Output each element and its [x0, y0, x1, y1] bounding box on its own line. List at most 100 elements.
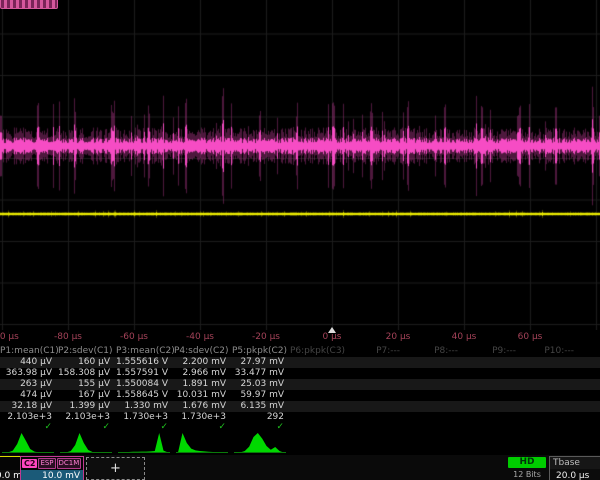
param-header-p5[interactable]: P5:pkpk(C2): [232, 346, 290, 357]
measure-cell: 263 µV: [0, 379, 58, 390]
time-tick-label: 20 µs: [386, 332, 411, 342]
measure-cell: 25.03 mV: [232, 379, 290, 390]
c2-coupling-badge: DC1M: [57, 458, 82, 469]
histicon-cell[interactable]: [348, 430, 406, 455]
measure-cell: 1.891 mV: [174, 379, 232, 390]
histicon-chart: [2, 432, 54, 453]
waveform-canvas: [0, 0, 600, 330]
measure-cell: [580, 368, 600, 379]
timebase-value: 20.0 µs: [550, 469, 600, 480]
measure-cell: [464, 368, 522, 379]
measure-cell: [406, 401, 464, 412]
measure-cell: [348, 379, 406, 390]
histicon-cell[interactable]: [290, 430, 348, 455]
measure-cell: [464, 357, 522, 368]
measure-cell: [348, 357, 406, 368]
param-header-p3[interactable]: P3:mean(C2): [116, 346, 174, 357]
measure-cell: [290, 357, 348, 368]
histicon-row: [0, 430, 600, 455]
measure-cell: [464, 401, 522, 412]
c2-volts-per-div[interactable]: 10.0 mV: [21, 470, 83, 480]
time-tick-label: -40 µs: [186, 332, 214, 342]
histicon-chart: [118, 432, 170, 453]
param-header-p4[interactable]: P4:sdev(C2): [174, 346, 232, 357]
histicon-cell[interactable]: [464, 430, 522, 455]
measure-cell: 1.558645 V: [116, 390, 174, 401]
histicon-chart: [234, 432, 286, 453]
measure-cell: [464, 412, 522, 423]
measure-cell: [406, 357, 464, 368]
time-tick-label: -60 µs: [120, 332, 148, 342]
hd-mode-badge[interactable]: HD: [508, 457, 546, 468]
measure-cell: [348, 368, 406, 379]
histicon-chart: [176, 432, 228, 453]
measure-cell: 440 µV: [0, 357, 58, 368]
measure-cell: [580, 357, 600, 368]
time-tick-label: -20 µs: [252, 332, 280, 342]
plus-icon: +: [110, 461, 121, 476]
measure-cell: [464, 379, 522, 390]
measure-cell: [406, 368, 464, 379]
param-header-p11[interactable]: P11:---: [580, 346, 600, 357]
measure-cell: [580, 390, 600, 401]
timebase-label: Tbase: [550, 457, 600, 469]
histicon-cell[interactable]: [580, 430, 600, 455]
hd-bits-label: 12 Bits: [508, 470, 546, 479]
measure-cell: [522, 368, 580, 379]
trace-label-badge: [0, 0, 58, 9]
measure-cell: [580, 379, 600, 390]
param-header-p8[interactable]: P8:---: [406, 346, 464, 357]
measure-cell: [406, 412, 464, 423]
measure-cell: [290, 390, 348, 401]
param-header-p7[interactable]: P7:---: [348, 346, 406, 357]
histicon-chart: [60, 432, 112, 453]
measure-cell: 59.97 mV: [232, 390, 290, 401]
time-tick-label: -80 µs: [54, 332, 82, 342]
measure-cell: [406, 390, 464, 401]
histicon-cell[interactable]: [406, 430, 464, 455]
measure-cell: 363.98 µV: [0, 368, 58, 379]
measure-cell: 1.399 µV: [58, 401, 116, 412]
measure-row-num: 2.103e+32.103e+31.730e+31.730e+3292: [0, 412, 600, 423]
measure-cell: 160 µV: [58, 357, 116, 368]
oscilloscope-screen: -100 µs-80 µs-60 µs-40 µs-20 µs0 µs20 µs…: [0, 0, 600, 480]
measure-cell: [522, 412, 580, 423]
measure-cell: 158.308 µV: [58, 368, 116, 379]
measure-cell: [290, 412, 348, 423]
measure-cell: [348, 401, 406, 412]
histicon-cell[interactable]: [58, 430, 116, 455]
time-axis: -100 µs-80 µs-60 µs-40 µs-20 µs0 µs20 µs…: [0, 330, 600, 345]
trigger-position-icon[interactable]: [328, 327, 336, 333]
measure-cell: [290, 368, 348, 379]
measure-cell: [406, 379, 464, 390]
measure-cell: [522, 357, 580, 368]
measure-cell: 2.966 mV: [174, 368, 232, 379]
measure-row-min: 263 µV155 µV1.550084 V1.891 mV25.03 mV: [0, 379, 600, 390]
measure-cell: 155 µV: [58, 379, 116, 390]
histicon-cell[interactable]: [232, 430, 290, 455]
histicon-cell[interactable]: [174, 430, 232, 455]
waveform-display-area[interactable]: [0, 0, 600, 330]
param-header-p10[interactable]: P10:---: [522, 346, 580, 357]
measure-row-sdev: 32.18 µV1.399 µV1.330 mV1.676 mV6.135 mV: [0, 401, 600, 412]
histicon-cell[interactable]: [116, 430, 174, 455]
channel-c2-descriptor[interactable]: C2 ESP DC1M 10.0 mV: [20, 456, 84, 480]
measure-cell: 474 µV: [0, 390, 58, 401]
histicon-cell[interactable]: [0, 430, 58, 455]
measure-cell: 1.676 mV: [174, 401, 232, 412]
measure-cell: 27.97 mV: [232, 357, 290, 368]
measurement-table: P1:mean(C1)P2:sdev(C1)P3:mean(C2)P4:sdev…: [0, 346, 600, 432]
time-tick-label: -100 µs: [0, 332, 19, 342]
time-tick-label: 60 µs: [518, 332, 543, 342]
measure-cell: 1.330 mV: [116, 401, 174, 412]
measure-cell: [522, 390, 580, 401]
param-header-p2[interactable]: P2:sdev(C1): [58, 346, 116, 357]
measure-cell: 1.557591 V: [116, 368, 174, 379]
timebase-descriptor[interactable]: Tbase 20.0 µs: [549, 456, 600, 480]
measure-cell: 33.477 mV: [232, 368, 290, 379]
param-header-p1[interactable]: P1:mean(C1): [0, 346, 58, 357]
histicon-cell[interactable]: [522, 430, 580, 455]
param-header-p6[interactable]: P6:pkpk(C3): [290, 346, 348, 357]
add-trace-button[interactable]: +: [86, 457, 145, 480]
param-header-p9[interactable]: P9:---: [464, 346, 522, 357]
